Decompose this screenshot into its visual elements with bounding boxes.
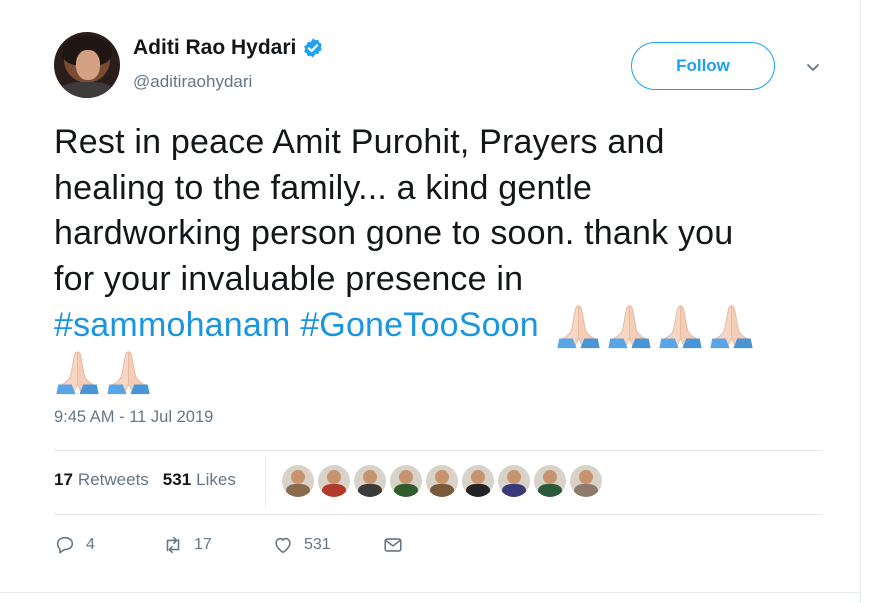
engagement-stats: 17 Retweets 531 Likes <box>54 470 236 490</box>
folded-hands-icon <box>555 302 602 352</box>
folded-hands-icon <box>708 302 755 352</box>
heart-icon <box>275 537 291 554</box>
retweet-count: 17 <box>194 536 212 553</box>
direct-message-button[interactable] <box>382 534 404 556</box>
card-border-bottom <box>0 592 860 593</box>
reply-icon <box>56 536 74 554</box>
tweet-text-line: Rest in peace Amit Purohit, Prayers and <box>54 123 665 161</box>
liker-avatar[interactable] <box>498 465 530 497</box>
liker-avatar[interactable] <box>318 465 350 497</box>
liker-avatar[interactable] <box>462 465 494 497</box>
tweet-text: Rest in peace Amit Purohit, Prayers and … <box>54 120 844 394</box>
retweet-icon <box>166 536 180 554</box>
tweet-text-line: for your invaluable presence in <box>54 259 524 298</box>
emoji-row <box>555 302 755 352</box>
author-handle[interactable]: @aditiraohydari <box>133 72 252 92</box>
tweet-card: Aditi Rao Hydari @aditiraohydari Follow … <box>0 0 875 603</box>
folded-hands-icon <box>657 302 704 352</box>
retweets-label: Retweets <box>77 470 149 489</box>
divider <box>54 514 822 515</box>
likes-count: 531 <box>162 470 192 489</box>
folded-hands-icon <box>54 348 101 398</box>
hashtag-link[interactable]: #GoneTooSoon <box>300 306 539 344</box>
tweet-text-line: hardworking person gone to soon. thank y… <box>54 214 734 252</box>
folded-hands-icon <box>105 348 152 398</box>
card-border-right <box>860 0 861 603</box>
like-count: 531 <box>304 536 331 553</box>
verified-badge-icon <box>302 37 324 59</box>
tweet-hashtag-line: #sammohanam #GoneTooSoon <box>54 302 844 349</box>
liker-avatar[interactable] <box>282 465 314 497</box>
tweet-timestamp[interactable]: 9:45 AM - 11 Jul 2019 <box>54 408 213 427</box>
hashtag-link[interactable]: #sammohanam <box>54 306 291 344</box>
tweet-text-line: healing to the family... a kind gentle <box>54 168 593 207</box>
emoji-row <box>54 348 152 398</box>
avatar[interactable] <box>54 32 120 98</box>
liker-avatar[interactable] <box>390 465 422 497</box>
tweet-actions: 4 17 531 <box>54 534 404 556</box>
reply-button[interactable]: 4 <box>54 534 162 556</box>
retweet-button[interactable]: 17 <box>162 534 272 556</box>
follow-button[interactable]: Follow <box>631 42 775 90</box>
liker-avatars <box>282 465 602 497</box>
folded-hands-icon <box>606 302 653 352</box>
liker-avatar[interactable] <box>426 465 458 497</box>
retweets-stat[interactable]: 17 Retweets <box>54 470 149 490</box>
liker-avatar[interactable] <box>354 465 386 497</box>
envelope-icon <box>384 538 402 552</box>
author-display-name[interactable]: Aditi Rao Hydari <box>133 36 296 60</box>
stats-divider <box>265 456 266 508</box>
retweets-count: 17 <box>54 470 73 489</box>
liker-avatar[interactable] <box>570 465 602 497</box>
likes-label: Likes <box>196 470 236 489</box>
liker-avatar[interactable] <box>534 465 566 497</box>
tweet-emoji-line <box>54 348 844 394</box>
like-button[interactable]: 531 <box>272 534 382 556</box>
divider <box>54 450 822 451</box>
author-name-row[interactable]: Aditi Rao Hydari <box>133 36 324 60</box>
likes-stat[interactable]: 531 Likes <box>163 470 236 490</box>
chevron-down-icon[interactable] <box>804 58 822 76</box>
reply-count: 4 <box>86 536 95 553</box>
